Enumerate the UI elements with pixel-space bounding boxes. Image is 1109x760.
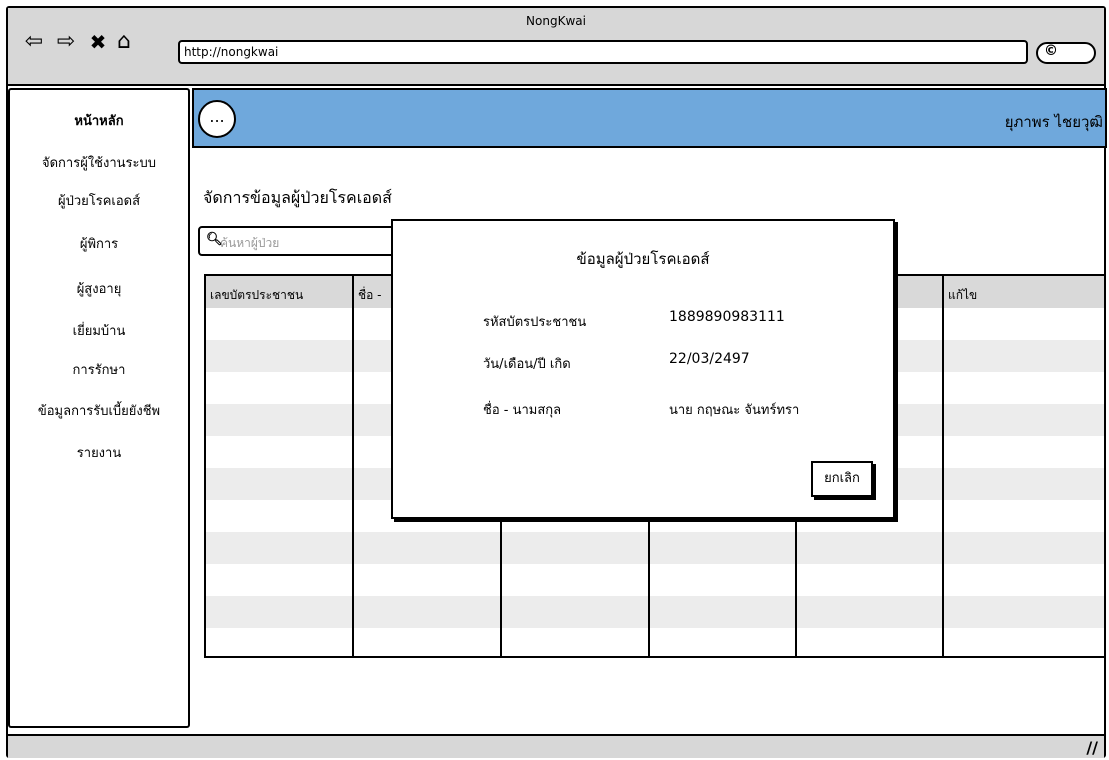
sidebar-item-home-visit[interactable]: เยี่ยมบ้าน	[10, 320, 188, 341]
field-label-birth-date: วัน/เดือน/ปี เกิด	[483, 357, 571, 372]
table-row[interactable]	[206, 532, 1104, 564]
sidebar-item-treatment[interactable]: การรักษา	[10, 359, 188, 380]
column-header-id[interactable]: เลขบัตรประชาชน	[210, 286, 303, 305]
page-title: จัดการข้อมูลผู้ป่วยโรคเอดส์	[203, 188, 392, 207]
browser-search-box[interactable]: ©	[1036, 42, 1096, 64]
address-bar[interactable]: http://nongkwai	[178, 40, 1028, 64]
field-label-full-name: ชื่อ - นามสกุล	[483, 403, 562, 418]
sidebar-item-user-management[interactable]: จัดการผู้ใช้งานระบบ	[10, 152, 188, 173]
sidebar-item-allowance[interactable]: ข้อมูลการรับเบี้ยยังชีพ	[10, 400, 188, 421]
field-label-citizen-id: รหัสบัตรประชาชน	[483, 315, 587, 330]
column-header-name[interactable]: ชื่อ -	[358, 286, 382, 305]
sidebar-item-aids-patients[interactable]: ผู้ป่วยโรคเอดส์	[10, 190, 188, 211]
table-row[interactable]	[206, 628, 1104, 656]
sidebar: หน้าหลัก จัดการผู้ใช้งานระบบ ผู้ป่วยโรคเ…	[8, 88, 190, 728]
search-placeholder: ค้นหาผู้ป่วย	[220, 236, 280, 250]
sidebar-item-disabled[interactable]: ผู้พิการ	[10, 233, 188, 254]
dialog-title: ข้อมูลผู้ป่วยโรคเอดส์	[576, 250, 710, 268]
search-icon: ©	[1044, 43, 1058, 59]
status-bar: //	[8, 734, 1104, 758]
cancel-button[interactable]: ยกเลิก	[811, 461, 873, 497]
patient-info-dialog: ข้อมูลผู้ป่วยโรคเอดส์ รหัสบัตรประชาชน 18…	[391, 219, 895, 519]
column-divider	[352, 276, 354, 656]
field-value-citizen-id: 1889890983111	[669, 309, 785, 325]
forward-arrow-icon[interactable]: ⇨	[54, 30, 78, 54]
column-header-edit[interactable]: แก้ไข	[948, 286, 977, 305]
sidebar-item-home[interactable]: หน้าหลัก	[10, 110, 188, 131]
resize-handle-icon[interactable]: //	[1086, 738, 1098, 757]
table-row[interactable]	[206, 564, 1104, 596]
sidebar-item-report[interactable]: รายงาน	[10, 442, 188, 463]
field-value-birth-date: 22/03/2497	[669, 351, 750, 367]
home-icon[interactable]: ⌂	[112, 30, 136, 54]
close-icon[interactable]: ✖	[86, 30, 110, 54]
sidebar-item-elderly[interactable]: ผู้สูงอายุ	[10, 278, 188, 299]
column-divider	[942, 276, 944, 656]
browser-toolbar: NongKwai ⇦ ⇨ ✖ ⌂ http://nongkwai ©	[8, 8, 1104, 86]
window-title: NongKwai	[526, 14, 586, 28]
field-value-full-name: นาย กฤษณะ จันทร์ทรา	[669, 403, 800, 418]
back-arrow-icon[interactable]: ⇦	[22, 30, 46, 54]
table-row[interactable]	[206, 596, 1104, 628]
user-name[interactable]: ยุภาพร ไชยวุฒิ	[1005, 110, 1103, 134]
top-header-bar	[192, 88, 1107, 148]
menu-button[interactable]: ...	[198, 100, 236, 138]
search-input[interactable]: 🔍︎ ค้นหาผู้ป่วย	[198, 226, 398, 256]
